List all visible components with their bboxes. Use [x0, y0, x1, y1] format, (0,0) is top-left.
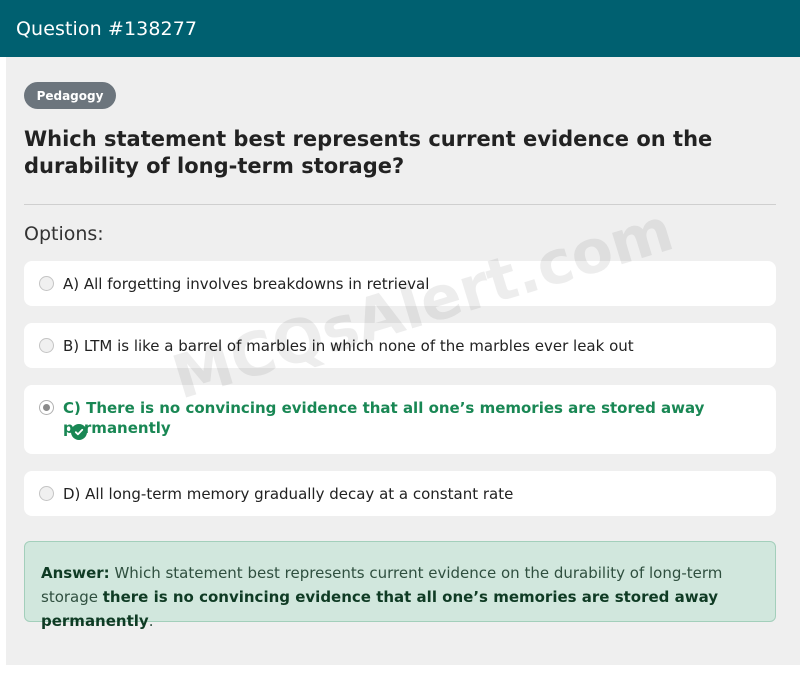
answer-prefix: Answer: — [41, 564, 110, 582]
option-b-radio[interactable] — [39, 338, 54, 353]
option-c[interactable]: C) There is no convincing evidence that … — [24, 385, 776, 454]
option-a-radio[interactable] — [39, 276, 54, 291]
check-circle-icon — [71, 424, 87, 440]
page-bottom — [0, 665, 800, 695]
option-d-radio[interactable] — [39, 486, 54, 501]
option-a[interactable]: A) All forgetting involves breakdowns in… — [24, 261, 776, 306]
option-c-label: C) There is no convincing evidence that … — [63, 399, 705, 437]
answer-box: Answer: Which statement best represents … — [24, 541, 776, 630]
category-badge[interactable]: Pedagogy — [24, 82, 116, 109]
divider — [24, 204, 776, 205]
question-title: Question #138277 — [16, 17, 198, 40]
option-d-label: D) All long-term memory gradually decay … — [63, 485, 514, 503]
question-header: Question #138277 — [0, 0, 800, 57]
question-text: Which statement best represents current … — [24, 127, 713, 178]
options-label: Options: — [24, 223, 104, 245]
option-d[interactable]: D) All long-term memory gradually decay … — [24, 471, 776, 516]
option-c-radio[interactable] — [39, 400, 54, 415]
option-a-label: A) All forgetting involves breakdowns in… — [63, 275, 430, 293]
option-b-label: B) LTM is like a barrel of marbles in wh… — [63, 337, 634, 355]
option-b[interactable]: B) LTM is like a barrel of marbles in wh… — [24, 323, 776, 368]
answer-suffix: . — [148, 612, 154, 630]
